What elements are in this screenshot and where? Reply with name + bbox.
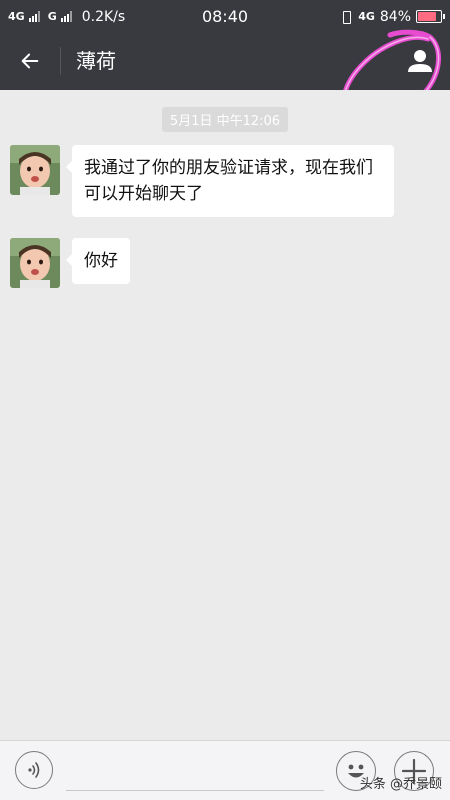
message-row: 你好 bbox=[10, 238, 130, 288]
battery-icon bbox=[416, 10, 445, 23]
child-photo-avatar bbox=[10, 238, 60, 288]
timestamp-label: 5月1日 中午12:06 bbox=[161, 107, 289, 132]
chat-title: 薄荷 bbox=[76, 49, 116, 73]
vibrate-icon bbox=[339, 10, 353, 24]
header-divider bbox=[60, 47, 61, 75]
message-timestamp: 5月1日 中午12:06 bbox=[0, 107, 450, 132]
back-arrow-icon bbox=[21, 53, 39, 69]
network-type-3: 4G bbox=[358, 10, 375, 23]
chat-info-button[interactable] bbox=[404, 45, 436, 77]
message-input[interactable] bbox=[66, 751, 324, 791]
avatar[interactable] bbox=[10, 145, 60, 195]
child-photo-avatar bbox=[10, 145, 60, 195]
message-bubble[interactable]: 我通过了你的朋友验证请求，现在我们可以开始聊天了 bbox=[66, 145, 394, 217]
back-button[interactable] bbox=[10, 41, 50, 81]
avatar[interactable] bbox=[10, 238, 60, 288]
status-bar: 4G G 0.2K/s 08:40 4G 84% bbox=[0, 0, 450, 33]
message-bubble[interactable]: 你好 bbox=[66, 238, 130, 284]
voice-icon bbox=[28, 762, 40, 778]
status-right: 4G 84% bbox=[339, 0, 445, 33]
battery-percent: 84% bbox=[379, 8, 411, 25]
voice-input-button[interactable] bbox=[15, 751, 53, 789]
chat-area[interactable]: 5月1日 中午12:06 我通过了你的朋友验证请求，现在我们可以开始聊天了 你好 bbox=[0, 90, 450, 740]
chat-header: 薄荷 bbox=[0, 33, 450, 90]
input-bar: 头条 @乔景颐 bbox=[0, 740, 450, 800]
message-row: 我通过了你的朋友验证请求，现在我们可以开始聊天了 bbox=[10, 145, 394, 217]
message-text: 你好 bbox=[84, 251, 118, 271]
message-text: 我通过了你的朋友验证请求，现在我们可以开始聊天了 bbox=[84, 158, 373, 204]
person-icon bbox=[408, 50, 432, 72]
watermark-text: 头条 @乔景颐 bbox=[359, 777, 442, 792]
